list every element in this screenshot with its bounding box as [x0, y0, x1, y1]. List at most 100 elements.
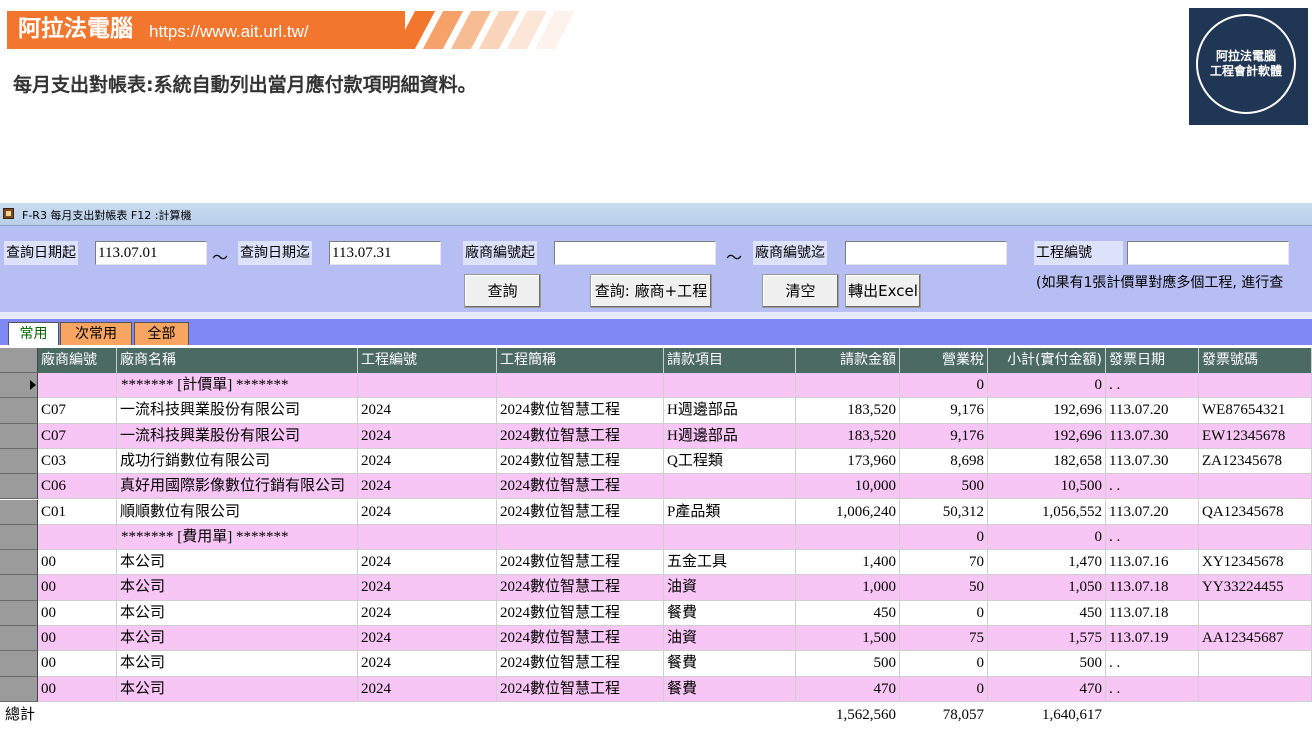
- cell-vendor-id[interactable]: C03: [38, 448, 117, 475]
- tab-less-common[interactable]: 次常用: [60, 322, 132, 345]
- cell-invoice-date[interactable]: . .: [1106, 676, 1199, 702]
- cell-project-name[interactable]: [497, 524, 664, 551]
- cell-invoice-date[interactable]: 113.07.20: [1106, 398, 1199, 424]
- cell-amount[interactable]: 183,520: [796, 423, 900, 449]
- cell-subtotal[interactable]: 192,696: [988, 423, 1106, 449]
- cell-item[interactable]: [664, 524, 796, 551]
- query-button[interactable]: 查詢: [464, 274, 541, 308]
- cell-tax[interactable]: 8,698: [900, 448, 988, 475]
- cell-vendor-id[interactable]: 00: [38, 626, 117, 652]
- cell-invoice-no[interactable]: WE87654321: [1199, 398, 1312, 424]
- date-from-input[interactable]: [95, 241, 207, 265]
- row-selector[interactable]: [0, 474, 38, 500]
- cell-project-name[interactable]: [497, 373, 664, 399]
- table-row[interactable]: 00 本公司 2024 2024數位智慧工程 五金工具 1,400 70 1,470 113.0…: [0, 550, 1312, 576]
- cell-project-name[interactable]: 2024數位智慧工程: [497, 676, 664, 702]
- table-row[interactable]: 00 本公司 2024 2024數位智慧工程 餐費 470 0 470 . .: [0, 676, 1312, 702]
- cell-invoice-date[interactable]: 113.07.19: [1106, 626, 1199, 652]
- cell-item[interactable]: [664, 373, 796, 399]
- cell-invoice-date[interactable]: 113.07.30: [1106, 448, 1199, 475]
- cell-vendor-name[interactable]: 本公司: [117, 600, 358, 626]
- column-header-vendor-id[interactable]: 廠商編號: [38, 348, 117, 373]
- cell-project-id[interactable]: 2024: [358, 474, 497, 500]
- column-header-tax[interactable]: 營業稅: [900, 348, 988, 373]
- cell-vendor-name[interactable]: 真好用國際影像數位行銷有限公司: [117, 474, 358, 500]
- cell-vendor-name[interactable]: 本公司: [117, 651, 358, 677]
- cell-vendor-name[interactable]: 本公司: [117, 550, 358, 576]
- cell-invoice-date[interactable]: . .: [1106, 474, 1199, 500]
- header-corner[interactable]: [0, 348, 38, 373]
- cell-subtotal[interactable]: 0: [988, 524, 1106, 551]
- cell-invoice-date[interactable]: 113.07.30: [1106, 423, 1199, 449]
- cell-project-name[interactable]: 2024數位智慧工程: [497, 651, 664, 677]
- tab-common[interactable]: 常用: [8, 322, 59, 345]
- cell-amount[interactable]: [796, 524, 900, 551]
- cell-vendor-id[interactable]: [38, 524, 117, 551]
- cell-project-name[interactable]: 2024數位智慧工程: [497, 448, 664, 475]
- cell-item[interactable]: H週邊部品: [664, 398, 796, 424]
- table-row[interactable]: ******* [計價單] ******* 0 0 . .: [0, 373, 1312, 399]
- cell-project-id[interactable]: 2024: [358, 651, 497, 677]
- cell-project-id[interactable]: 2024: [358, 398, 497, 424]
- export-excel-button[interactable]: 轉出Excel: [845, 274, 921, 308]
- row-selector[interactable]: [0, 626, 38, 652]
- cell-vendor-name[interactable]: 本公司: [117, 575, 358, 601]
- cell-invoice-date[interactable]: . .: [1106, 524, 1199, 551]
- column-header-project-name[interactable]: 工程簡稱: [497, 348, 664, 373]
- cell-project-name[interactable]: 2024數位智慧工程: [497, 600, 664, 626]
- cell-invoice-no[interactable]: QA12345678: [1199, 499, 1312, 525]
- row-selector[interactable]: [0, 550, 38, 576]
- row-selector[interactable]: [0, 600, 38, 626]
- cell-project-name[interactable]: 2024數位智慧工程: [497, 474, 664, 500]
- cell-amount[interactable]: 470: [796, 676, 900, 702]
- column-header-invoice-date[interactable]: 發票日期: [1106, 348, 1199, 373]
- cell-project-id[interactable]: [358, 524, 497, 551]
- cell-project-id[interactable]: 2024: [358, 499, 497, 525]
- cell-item[interactable]: 五金工具: [664, 550, 796, 576]
- row-selector[interactable]: [0, 499, 38, 525]
- cell-vendor-name[interactable]: 順順數位有限公司: [117, 499, 358, 525]
- row-selector[interactable]: [0, 575, 38, 601]
- cell-vendor-name[interactable]: 成功行銷數位有限公司: [117, 448, 358, 475]
- table-row[interactable]: C07 一流科技興業股份有限公司 2024 2024數位智慧工程 H週邊部品 183,52…: [0, 423, 1312, 449]
- cell-invoice-no[interactable]: [1199, 524, 1312, 551]
- row-selector[interactable]: [0, 676, 38, 702]
- cell-vendor-id[interactable]: 00: [38, 676, 117, 702]
- cell-project-name[interactable]: 2024數位智慧工程: [497, 626, 664, 652]
- tab-all[interactable]: 全部: [134, 322, 189, 345]
- cell-invoice-no[interactable]: [1199, 373, 1312, 399]
- cell-project-name[interactable]: 2024數位智慧工程: [497, 499, 664, 525]
- row-selector[interactable]: [0, 398, 38, 424]
- cell-vendor-id[interactable]: C06: [38, 474, 117, 500]
- cell-vendor-id[interactable]: C07: [38, 423, 117, 449]
- table-row[interactable]: C06 真好用國際影像數位行銷有限公司 2024 2024數位智慧工程 10,000 50…: [0, 474, 1312, 500]
- cell-vendor-id[interactable]: 00: [38, 550, 117, 576]
- cell-invoice-date[interactable]: 113.07.18: [1106, 600, 1199, 626]
- cell-vendor-id[interactable]: C07: [38, 398, 117, 424]
- cell-subtotal[interactable]: 450: [988, 600, 1106, 626]
- cell-amount[interactable]: [796, 373, 900, 399]
- cell-project-name[interactable]: 2024數位智慧工程: [497, 550, 664, 576]
- cell-invoice-no[interactable]: XY12345678: [1199, 550, 1312, 576]
- cell-invoice-date[interactable]: 113.07.18: [1106, 575, 1199, 601]
- cell-vendor-name[interactable]: 一流科技興業股份有限公司: [117, 398, 358, 424]
- cell-project-id[interactable]: 2024: [358, 550, 497, 576]
- column-header-subtotal[interactable]: 小計(實付金額): [988, 348, 1106, 373]
- cell-item[interactable]: 餐費: [664, 651, 796, 677]
- cell-project-id[interactable]: 2024: [358, 626, 497, 652]
- cell-vendor-id[interactable]: C01: [38, 499, 117, 525]
- cell-vendor-id[interactable]: [38, 373, 117, 399]
- cell-vendor-id[interactable]: 00: [38, 651, 117, 677]
- table-row[interactable]: 00 本公司 2024 2024數位智慧工程 油資 1,500 75 1,575 113.07.…: [0, 626, 1312, 652]
- cell-tax[interactable]: 50,312: [900, 499, 988, 525]
- window-titlebar[interactable]: F-R3 每月支出對帳表 F12 :計算機: [0, 203, 1312, 226]
- cell-item[interactable]: Q工程類: [664, 448, 796, 475]
- cell-vendor-id[interactable]: 00: [38, 600, 117, 626]
- cell-subtotal[interactable]: 1,056,552: [988, 499, 1106, 525]
- cell-item[interactable]: 油資: [664, 575, 796, 601]
- cell-project-id[interactable]: [358, 373, 497, 399]
- cell-invoice-no[interactable]: AA12345687: [1199, 626, 1312, 652]
- cell-invoice-no[interactable]: [1199, 474, 1312, 500]
- row-selector[interactable]: [0, 423, 38, 449]
- column-header-item[interactable]: 請款項目: [664, 348, 796, 373]
